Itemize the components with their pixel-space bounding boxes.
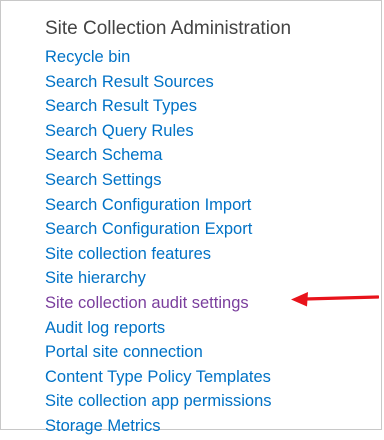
link-portal-site-connection[interactable]: Portal site connection xyxy=(45,343,203,361)
list-item: Search Settings xyxy=(45,168,375,193)
list-item: Storage Metrics xyxy=(45,414,375,439)
list-item: Site collection features xyxy=(45,242,375,267)
list-item: Audit log reports xyxy=(45,316,375,341)
list-item: Site hierarchy xyxy=(45,266,375,291)
link-search-schema[interactable]: Search Schema xyxy=(45,146,162,164)
list-item: Portal site connection xyxy=(45,340,375,365)
list-item: Search Result Sources xyxy=(45,70,375,95)
link-site-hierarchy[interactable]: Site hierarchy xyxy=(45,269,146,287)
list-item: Search Configuration Import xyxy=(45,193,375,218)
list-item: Search Schema xyxy=(45,143,375,168)
link-search-settings[interactable]: Search Settings xyxy=(45,171,161,189)
link-storage-metrics[interactable]: Storage Metrics xyxy=(45,417,161,435)
link-site-collection-app-permissions[interactable]: Site collection app permissions xyxy=(45,392,272,410)
link-search-configuration-import[interactable]: Search Configuration Import xyxy=(45,196,251,214)
admin-links-list: Recycle bin Search Result Sources Search… xyxy=(45,45,375,439)
link-search-result-types[interactable]: Search Result Types xyxy=(45,97,197,115)
link-search-configuration-export[interactable]: Search Configuration Export xyxy=(45,220,252,238)
site-collection-administration-section: Site Collection Administration Recycle b… xyxy=(45,18,375,439)
link-content-type-policy-templates[interactable]: Content Type Policy Templates xyxy=(45,368,271,386)
list-item: Recycle bin xyxy=(45,45,375,70)
link-recycle-bin[interactable]: Recycle bin xyxy=(45,48,130,66)
link-site-collection-features[interactable]: Site collection features xyxy=(45,245,211,263)
link-audit-log-reports[interactable]: Audit log reports xyxy=(45,319,165,337)
list-item: Search Result Types xyxy=(45,94,375,119)
red-arrow-icon xyxy=(291,292,379,307)
settings-panel: Site Collection Administration Recycle b… xyxy=(0,0,382,435)
list-item: Site collection app permissions xyxy=(45,389,375,414)
list-item: Search Query Rules xyxy=(45,119,375,144)
link-site-collection-audit-settings[interactable]: Site collection audit settings xyxy=(45,294,249,312)
list-item: Search Configuration Export xyxy=(45,217,375,242)
list-item: Content Type Policy Templates xyxy=(45,365,375,390)
link-search-query-rules[interactable]: Search Query Rules xyxy=(45,122,194,140)
section-title: Site Collection Administration xyxy=(45,18,292,39)
link-search-result-sources[interactable]: Search Result Sources xyxy=(45,73,214,91)
